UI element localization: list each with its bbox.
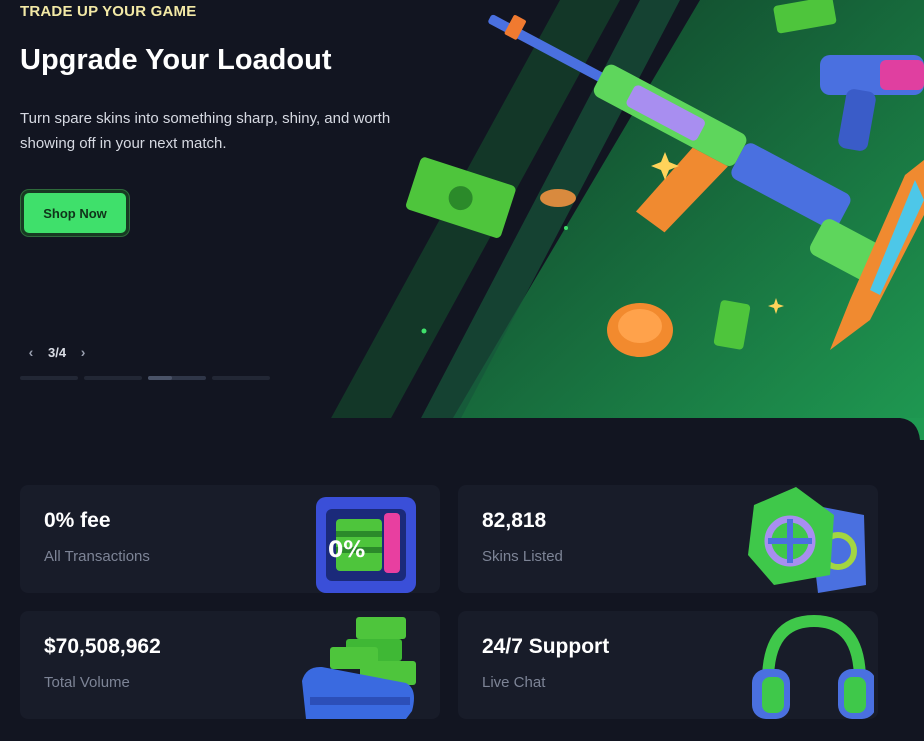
hero-title: Upgrade Your Loadout [20,44,332,76]
shop-now-button[interactable]: Shop Now [21,190,129,236]
carousel-dot-1[interactable] [20,376,78,380]
hero-banner: TRADE UP YOUR GAME Upgrade Your Loadout … [0,0,924,440]
skin-tags-icon [748,487,866,593]
headphones-icon [752,614,874,719]
hero-eyebrow: TRADE UP YOUR GAME [20,3,197,20]
stat-label: All Transactions [44,548,150,565]
safe-with-cash-icon: 0% [316,497,416,593]
chevron-right-icon[interactable]: › [76,344,90,360]
svg-text:0%: 0% [328,538,365,563]
hero-subtitle: Turn spare skins into something sharp, s… [20,110,391,152]
stat-value: $70,508,962 [44,635,161,658]
carousel-page-indicator: 3/4 [48,344,67,360]
stat-value: 0% fee [44,509,111,532]
stat-label: Live Chat [482,674,546,691]
stat-card-fee: 0% fee All Transactions 0% [20,485,440,593]
stat-value: 24/7 Support [482,635,610,658]
stat-label: Total Volume [44,674,130,691]
stat-label: Skins Listed [482,548,563,565]
carousel-dot-2[interactable] [84,376,142,380]
carousel-dot-3[interactable] [148,376,206,380]
stat-card-volume: $70,508,962 Total Volume [20,611,440,719]
carousel-dot-4[interactable] [212,376,270,380]
stat-value: 82,818 [482,509,547,532]
magazine-with-cash-icon [302,617,416,719]
stat-card-skins: 82,818 Skins Listed [458,485,878,593]
carousel-progress [20,376,270,380]
stat-card-support: 24/7 Support Live Chat [458,611,878,719]
carousel-pager: ‹ 3/4 › [24,342,90,362]
chevron-left-icon[interactable]: ‹ [24,344,38,360]
